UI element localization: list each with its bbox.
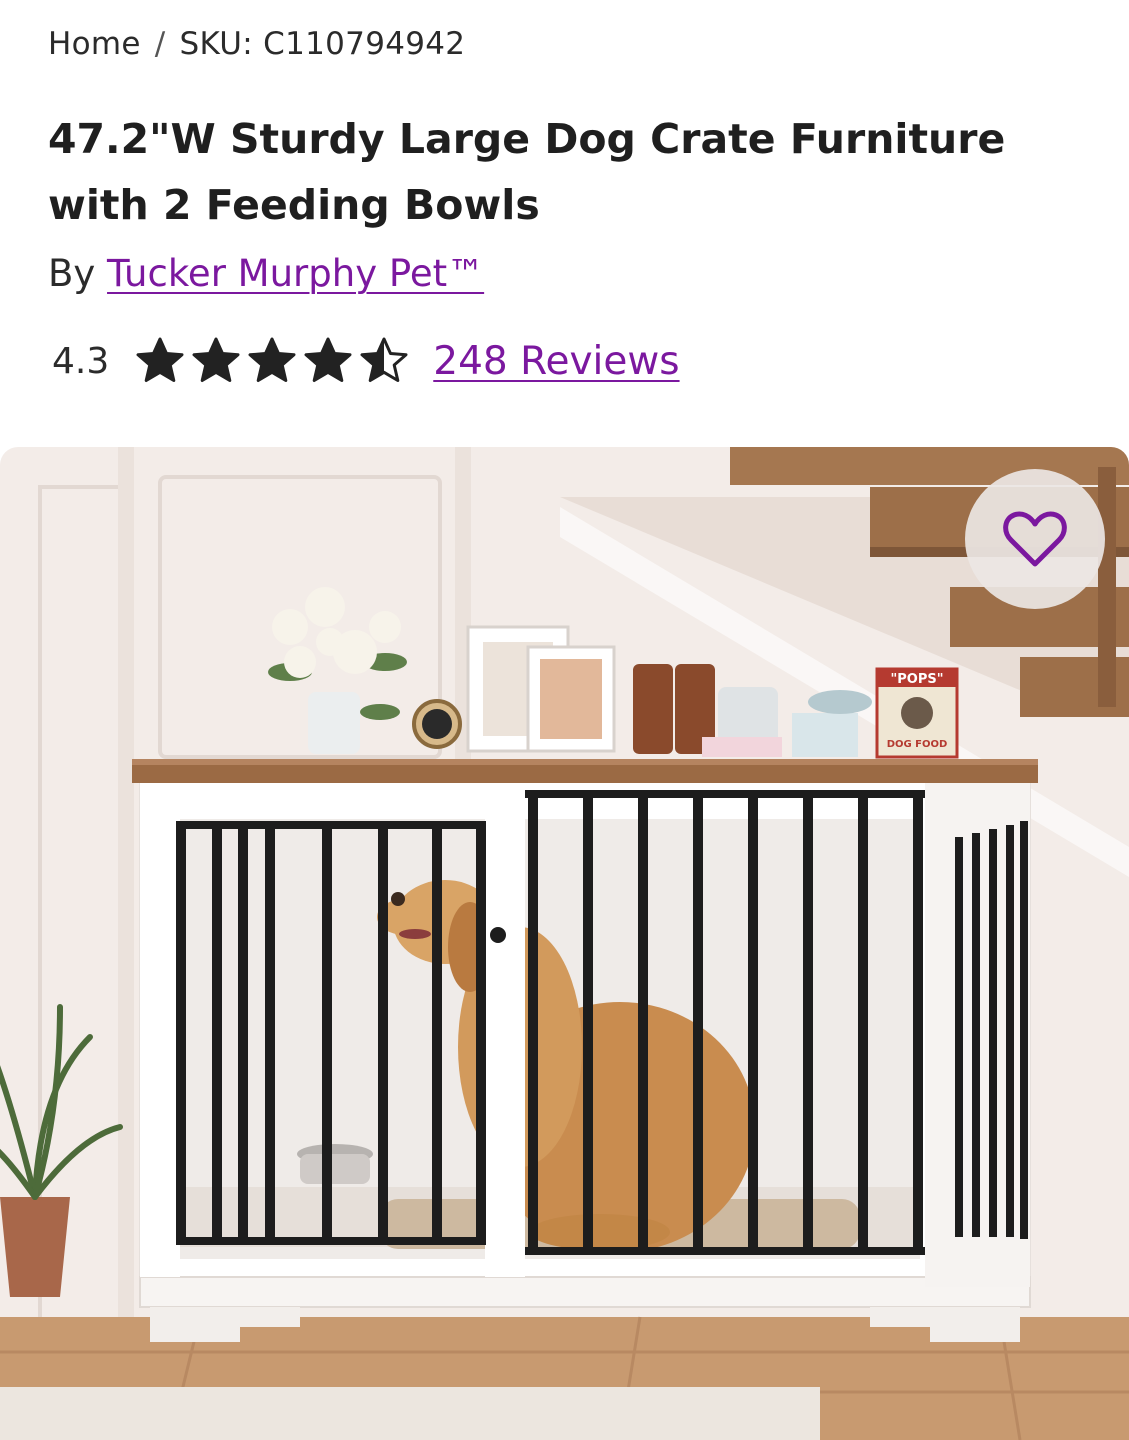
can-label-pops: "POPS" (890, 672, 943, 687)
heart-outline-icon (1003, 511, 1067, 567)
star-half-icon (360, 337, 408, 382)
product-photo-illustration: "POPS" DOG FOOD (0, 447, 1129, 1440)
star-full-icon (304, 337, 352, 382)
reviews-link[interactable]: 248 Reviews (433, 339, 679, 384)
breadcrumb-sku: SKU: C110794942 (179, 26, 466, 62)
breadcrumb-separator: / (154, 26, 166, 62)
product-image[interactable]: "POPS" DOG FOOD (0, 447, 1129, 1440)
brand-link[interactable]: Tucker Murphy Pet™ (107, 252, 484, 295)
can-label-dog-food: DOG FOOD (887, 739, 948, 750)
product-rating: 4.3 248 Reviews (52, 336, 680, 386)
star-full-icon (136, 337, 184, 382)
dog-crate-illustration (132, 759, 1038, 1342)
product-byline: By Tucker Murphy Pet™ (48, 252, 484, 295)
breadcrumb: Home / SKU: C110794942 (48, 26, 465, 62)
product-title: 47.2"W Sturdy Large Dog Crate Furniture … (48, 115, 1006, 229)
star-full-icon (192, 337, 240, 382)
product-page: Home / SKU: C110794942 47.2"W Sturdy Lar… (0, 0, 1129, 1440)
favorite-button[interactable] (965, 469, 1105, 609)
star-full-icon (248, 337, 296, 382)
rating-score: 4.3 (52, 340, 110, 382)
byline-prefix: By (48, 252, 96, 295)
breadcrumb-home[interactable]: Home (48, 26, 141, 62)
rating-stars (135, 336, 409, 386)
